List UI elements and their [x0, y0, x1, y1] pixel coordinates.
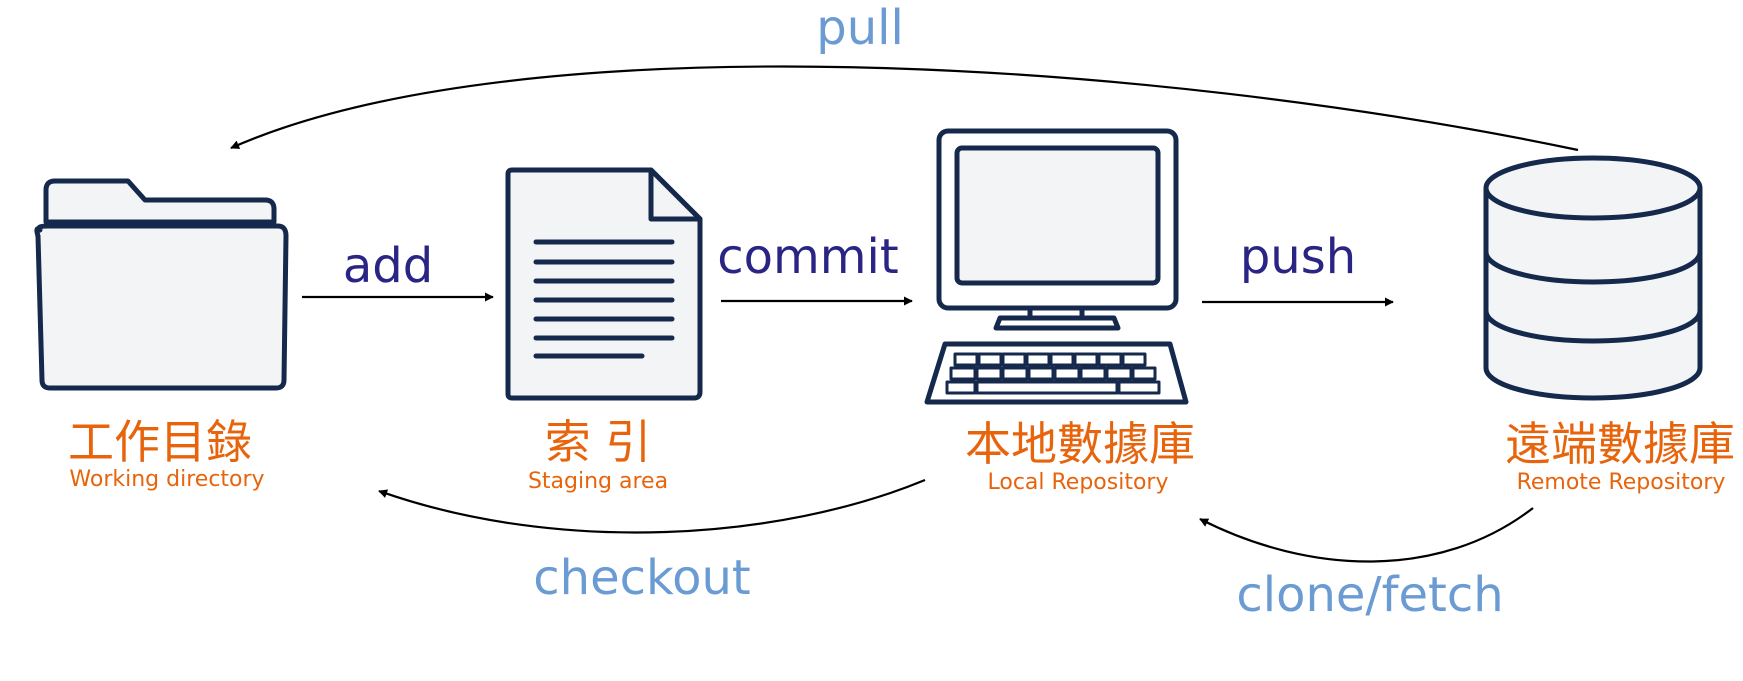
remote-subtitle: Remote Repository: [1517, 470, 1726, 495]
working-title: 工作目錄: [68, 415, 252, 469]
git-workflow-diagram: add commit push pull checkout clone/fetc…: [34, 0, 1735, 623]
staging-title: 索 引: [545, 415, 652, 469]
computer-icon: [924, 128, 1189, 405]
local-subtitle: Local Repository: [988, 470, 1169, 495]
staging-subtitle: Staging area: [528, 469, 668, 494]
database-icon: [1483, 155, 1703, 401]
folder-icon: [34, 178, 289, 391]
remote-title: 遠端數據庫: [1505, 417, 1735, 471]
commit-label: commit: [717, 229, 898, 285]
working-subtitle: Working directory: [69, 467, 264, 492]
checkout-label: checkout: [533, 550, 750, 606]
document-icon: [505, 167, 703, 401]
pull-arrow: [230, 65, 1579, 152]
local-title: 本地數據庫: [965, 417, 1195, 471]
clone-fetch-arrow: [1199, 507, 1534, 563]
pull-label: pull: [816, 0, 904, 56]
add-label: add: [343, 238, 433, 294]
clone-fetch-label: clone/fetch: [1236, 567, 1503, 623]
push-label: push: [1240, 229, 1356, 285]
